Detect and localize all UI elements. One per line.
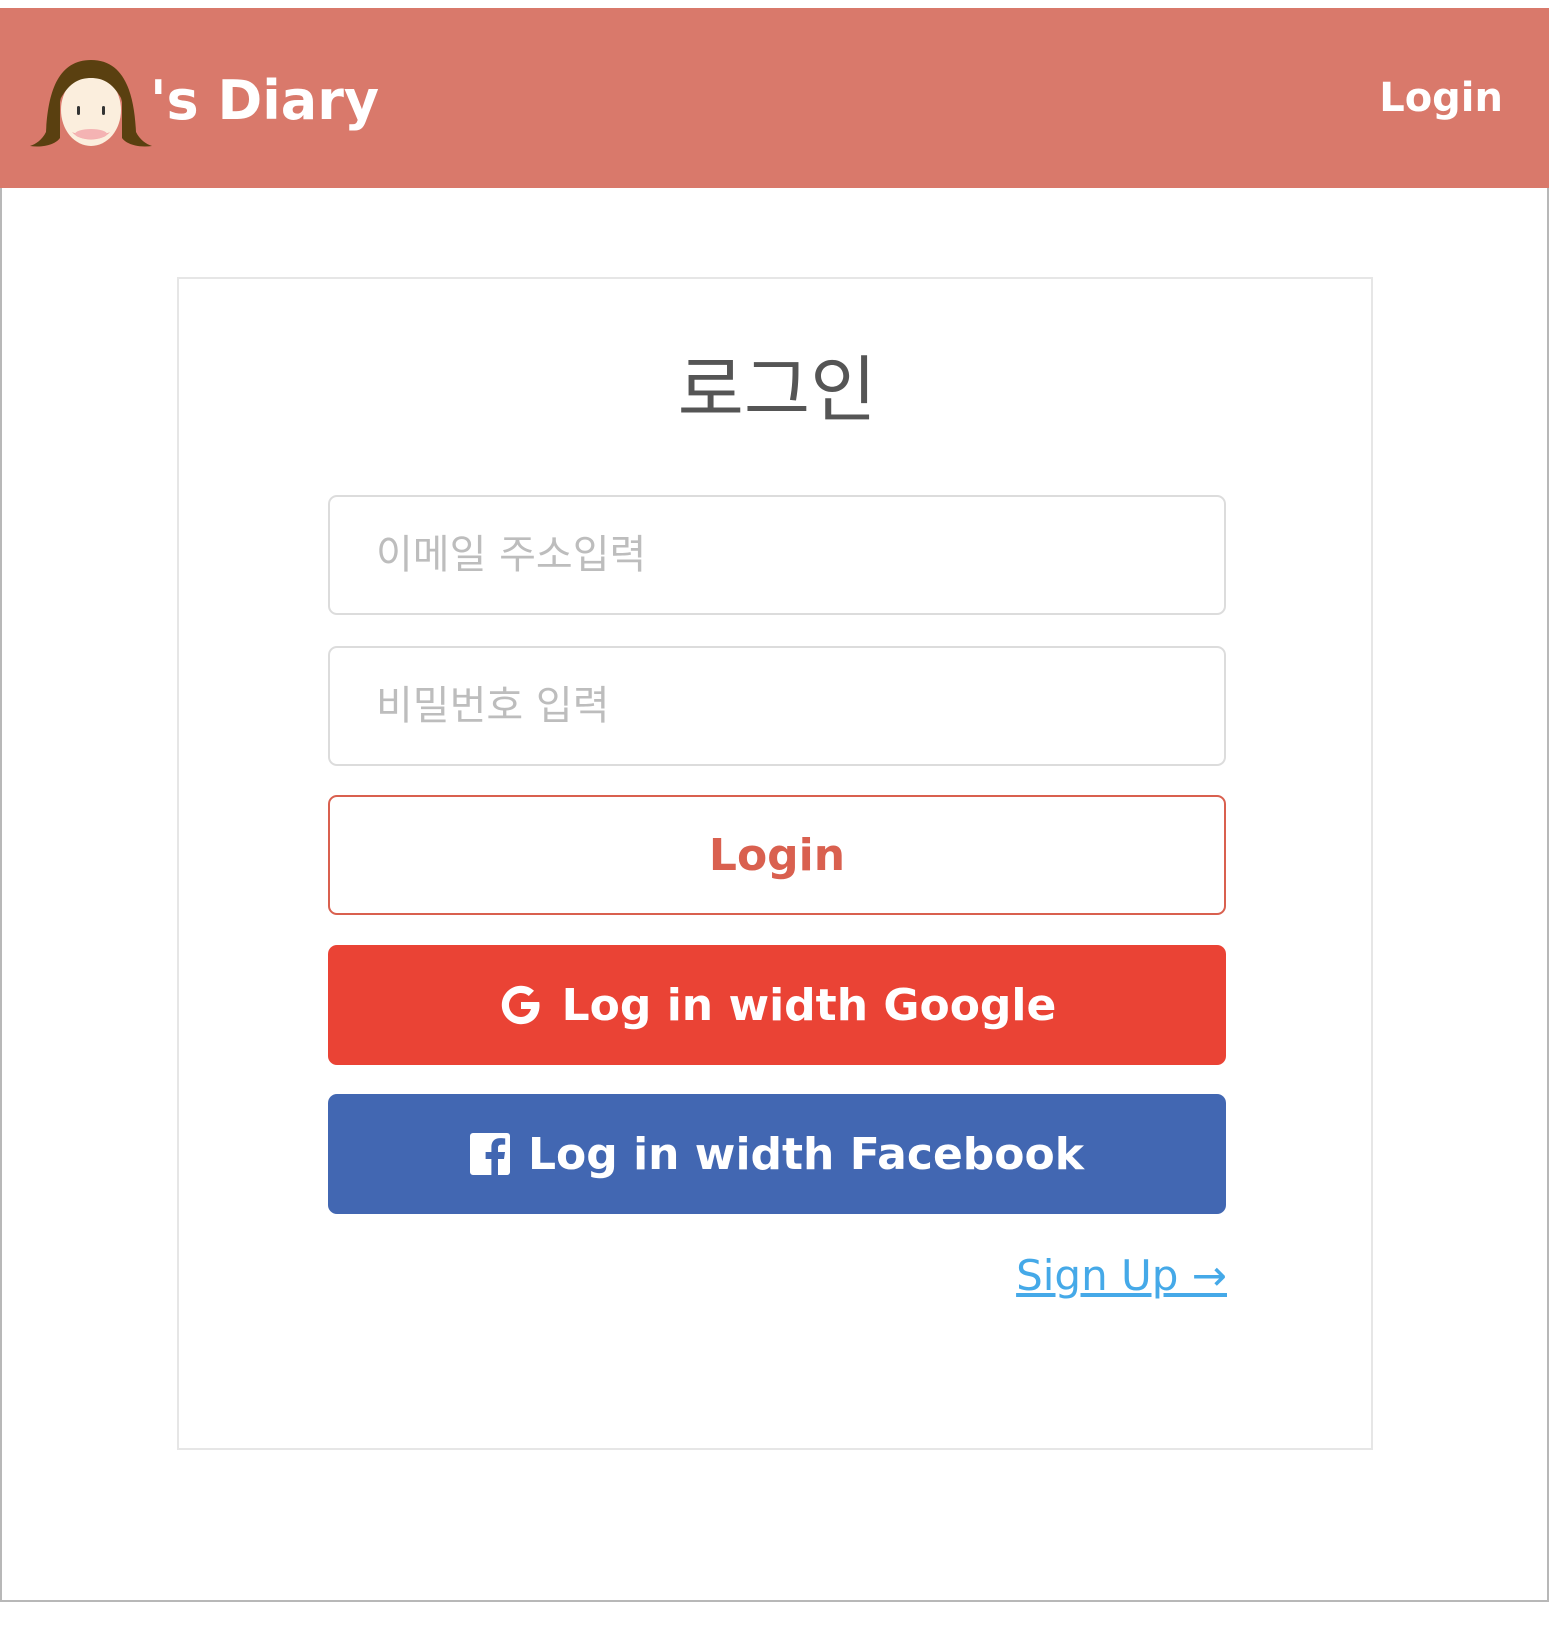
signup-link[interactable]: Sign Up → [1016, 1246, 1227, 1306]
login-button-label: Login [708, 829, 846, 881]
logo-girl-face-icon[interactable] [30, 52, 152, 152]
google-login-button[interactable]: Log in width Google [328, 945, 1226, 1065]
navbar: 's Diary Login [0, 8, 1549, 188]
login-title: 로그인 [677, 348, 877, 432]
facebook-login-button[interactable]: Log in width Facebook [328, 1094, 1226, 1214]
login-button[interactable]: Login [328, 795, 1226, 915]
brand-title[interactable]: 's Diary [150, 64, 379, 138]
google-button-label: Log in width Google [561, 979, 1057, 1031]
nav-login-link[interactable]: Login [1379, 70, 1503, 126]
email-input[interactable] [328, 495, 1226, 615]
password-input[interactable] [328, 646, 1226, 766]
facebook-icon [469, 1133, 510, 1175]
google-icon [498, 982, 544, 1028]
facebook-button-label: Log in width Facebook [527, 1128, 1084, 1180]
